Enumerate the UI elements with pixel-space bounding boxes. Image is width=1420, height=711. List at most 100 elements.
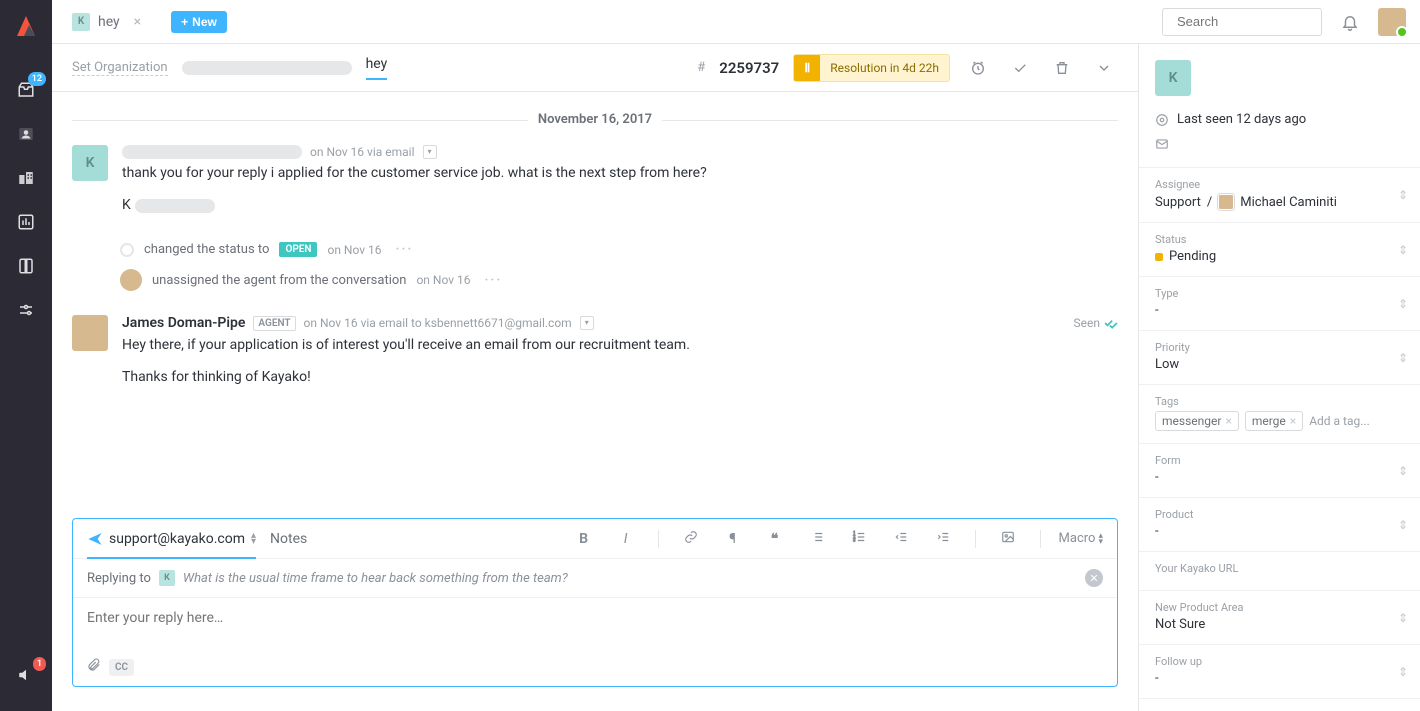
- field-worthwhile[interactable]: Worthwhile ⇕: [1139, 698, 1420, 711]
- reply-editor: support@kayako.com ▴▾ Notes B I: [72, 518, 1118, 687]
- quote-icon[interactable]: ❝: [761, 531, 789, 547]
- requester-avatar[interactable]: K: [1155, 60, 1191, 96]
- updown-icon: ⇕: [1398, 611, 1408, 625]
- ellipsis-icon[interactable]: ···: [396, 242, 414, 257]
- signature-initial: K: [122, 195, 131, 217]
- list-ol-icon[interactable]: 123: [845, 530, 873, 548]
- add-tag-input[interactable]: Add a tag...: [1309, 414, 1370, 428]
- form-value: -: [1155, 470, 1159, 485]
- nav-announcements[interactable]: 1: [0, 653, 52, 697]
- italic-icon[interactable]: I: [612, 531, 640, 547]
- notifications-icon[interactable]: [1330, 13, 1370, 31]
- updown-icon: ⇕: [1398, 464, 1408, 478]
- macro-label: Macro: [1059, 531, 1096, 546]
- complete-icon[interactable]: [1006, 60, 1034, 76]
- tab-avatar: K: [72, 13, 90, 31]
- reply-from-tab[interactable]: support@kayako.com ▴▾: [87, 519, 256, 558]
- nav-organizations[interactable]: [0, 156, 52, 200]
- snooze-icon[interactable]: [964, 60, 992, 76]
- field-kayako-url[interactable]: Your Kayako URL: [1139, 551, 1420, 590]
- agent-role-chip: AGENT: [253, 316, 295, 331]
- activity-unassign: unassigned the agent from the conversati…: [120, 269, 1118, 291]
- field-label: Follow up: [1155, 655, 1404, 668]
- field-product[interactable]: Product - ⇕: [1139, 497, 1420, 551]
- tag-remove-icon[interactable]: ×: [1290, 414, 1296, 428]
- chevron-down-icon[interactable]: [1090, 60, 1118, 76]
- context-avatar: K: [159, 570, 175, 586]
- reply-notes-tab[interactable]: Notes: [270, 519, 307, 558]
- tag-remove-icon[interactable]: ×: [1225, 414, 1231, 428]
- ticket-number: 2259737: [719, 59, 779, 77]
- dismiss-icon[interactable]: ✕: [1085, 569, 1103, 587]
- field-label: New Product Area: [1155, 601, 1404, 614]
- nav-contacts[interactable]: [0, 112, 52, 156]
- conversation-tab[interactable]: K hey ×: [66, 7, 153, 37]
- search-field[interactable]: [1177, 14, 1353, 29]
- search-input[interactable]: [1162, 8, 1322, 36]
- field-label: Status: [1155, 233, 1404, 246]
- bold-icon[interactable]: B: [570, 531, 598, 547]
- inbox-badge: 12: [28, 72, 46, 86]
- dropdown-icon[interactable]: ▾: [423, 145, 437, 159]
- signature-name-redacted: [135, 199, 215, 213]
- updown-icon: ⇕: [1398, 297, 1408, 311]
- ellipsis-icon[interactable]: ···: [485, 273, 503, 288]
- nav-reports[interactable]: [0, 200, 52, 244]
- target-icon: [1155, 113, 1169, 127]
- field-type[interactable]: Type - ⇕: [1139, 276, 1420, 330]
- timeline-dot-icon: [120, 243, 134, 257]
- tag-chip[interactable]: merge ×: [1245, 411, 1303, 431]
- field-label: Product: [1155, 508, 1404, 521]
- link-icon[interactable]: [677, 530, 705, 548]
- message-thread: November 16, 2017 K on Nov 16 via email …: [52, 92, 1138, 518]
- field-label: Priority: [1155, 341, 1404, 354]
- date-separator: November 16, 2017: [72, 112, 1118, 127]
- agent-avatar: [72, 315, 108, 351]
- reply-context-bar: Replying to K What is the usual time fra…: [73, 559, 1117, 598]
- conversation-header: Set Organization hey # 2259737 Ⅱ Resolut…: [52, 44, 1138, 92]
- field-label: Your Kayako URL: [1155, 562, 1404, 575]
- sla-resolution-badge[interactable]: Ⅱ Resolution in 4d 22h: [793, 54, 950, 82]
- nav-helpcenter[interactable]: [0, 244, 52, 288]
- cc-button[interactable]: CC: [109, 659, 134, 676]
- field-status[interactable]: Status Pending ⇕: [1139, 222, 1420, 276]
- attachment-icon[interactable]: [87, 658, 101, 676]
- new-button[interactable]: + New: [171, 11, 227, 33]
- nav-settings[interactable]: [0, 288, 52, 332]
- field-new-product-area[interactable]: New Product Area Not Sure ⇕: [1139, 590, 1420, 644]
- message-meta: on Nov 16 via email: [310, 145, 415, 159]
- set-organization-link[interactable]: Set Organization: [72, 60, 168, 76]
- outdent-icon[interactable]: [887, 530, 915, 548]
- double-check-icon: [1104, 316, 1118, 330]
- list-ul-icon[interactable]: [803, 530, 831, 548]
- macro-dropdown[interactable]: Macro ▴▾: [1059, 531, 1103, 546]
- tag-text: merge: [1252, 414, 1286, 428]
- profile-avatar[interactable]: [1378, 8, 1406, 36]
- activity-meta: on Nov 16: [327, 243, 381, 257]
- indent-icon[interactable]: [929, 530, 957, 548]
- paragraph-icon[interactable]: ¶: [719, 531, 747, 547]
- ticket-hash-icon: #: [697, 60, 705, 75]
- reply-textarea[interactable]: [87, 610, 1103, 634]
- assignee-agent: Michael Caminiti: [1240, 195, 1337, 210]
- separator: /: [1207, 195, 1212, 210]
- updown-icon: ⇕: [1398, 351, 1408, 365]
- image-icon[interactable]: [994, 530, 1022, 548]
- tag-chip[interactable]: messenger ×: [1155, 411, 1239, 431]
- priority-value: Low: [1155, 357, 1179, 372]
- trash-icon[interactable]: [1048, 60, 1076, 76]
- seen-indicator: Seen: [1074, 316, 1118, 330]
- field-assignee[interactable]: Assignee Support / Michael Caminiti ⇕: [1139, 167, 1420, 222]
- close-icon[interactable]: ×: [128, 14, 147, 30]
- dropdown-icon[interactable]: ▾: [580, 316, 594, 330]
- field-tags[interactable]: Tags messenger × merge × Add a tag...: [1139, 384, 1420, 443]
- nav-inbox[interactable]: 12: [0, 68, 52, 112]
- message-line: thank you for your reply i applied for t…: [122, 163, 1118, 185]
- field-priority[interactable]: Priority Low ⇕: [1139, 330, 1420, 384]
- field-form[interactable]: Form - ⇕: [1139, 443, 1420, 497]
- status-open-badge: OPEN: [279, 242, 317, 257]
- agent-name: James Doman-Pipe: [122, 315, 245, 331]
- field-follow-up[interactable]: Follow up - ⇕: [1139, 644, 1420, 698]
- field-label: Assignee: [1155, 178, 1404, 191]
- subject-field[interactable]: hey: [366, 56, 388, 80]
